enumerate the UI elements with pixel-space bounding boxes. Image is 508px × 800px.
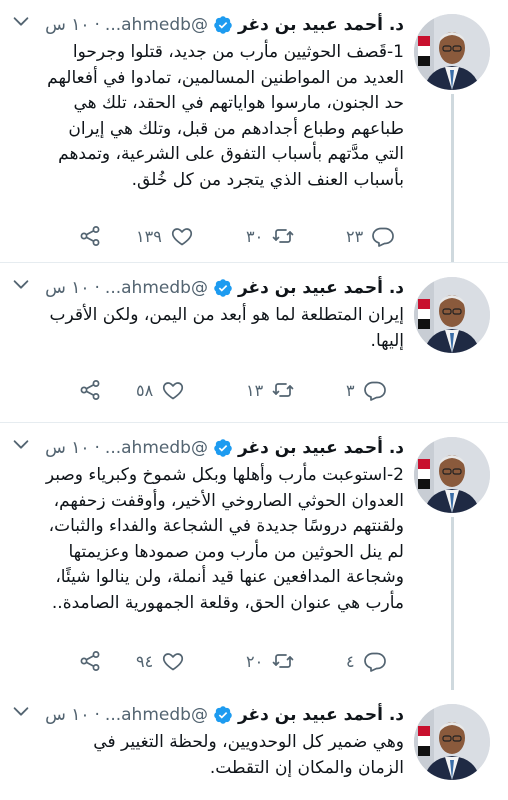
reply-button[interactable]: ٣ [346, 376, 387, 404]
tweet-actions: ٥٨ ١٣ ٣ [60, 376, 400, 404]
tweet-timestamp[interactable]: ١٠ س [45, 278, 89, 298]
share-button[interactable] [78, 222, 102, 250]
reply-count: ٢٣ [346, 226, 364, 246]
tweet-timestamp[interactable]: ١٠ س [45, 15, 89, 35]
avatar[interactable] [414, 704, 490, 780]
avatar[interactable] [414, 437, 490, 513]
verified-badge-icon [214, 706, 232, 724]
avatar[interactable] [414, 277, 490, 353]
separator-dot: · [94, 705, 100, 725]
thread-connector [451, 94, 454, 263]
tweet-header: د. أحمد عبيد بن دغر @ahmedb... · ١٠ س [45, 435, 404, 461]
share-button[interactable] [78, 376, 102, 404]
reply-icon [372, 227, 395, 247]
tweet[interactable]: د. أحمد عبيد بن دغر @ahmedb... · ١٠ س 1-… [0, 0, 508, 263]
share-icon [80, 380, 100, 400]
tweet-text: وهي ضمير كل الوحدويين، ولحظة التغيير في … [93, 732, 404, 778]
retweet-count: ١٣ [246, 380, 264, 400]
separator-dot: · [94, 278, 100, 298]
chevron-down-icon[interactable] [10, 10, 32, 32]
reply-button[interactable]: ٤ [346, 647, 387, 675]
tweet-text: 2-استوعبت مأرب وأهلها وبكل شموخ وكبرياء … [45, 465, 404, 613]
like-button[interactable]: ٥٨ [136, 376, 185, 404]
tweet-header: د. أحمد عبيد بن دغر @ahmedb... · ١٠ س [45, 12, 404, 38]
tweet-actions: ٩٤ ٢٠ ٤ [60, 647, 400, 675]
like-button[interactable]: ٩٤ [136, 647, 185, 675]
tweet[interactable]: د. أحمد عبيد بن دغر @ahmedb... · ١٠ س إي… [0, 263, 508, 423]
share-icon [80, 651, 100, 671]
chevron-down-icon[interactable] [10, 433, 32, 455]
separator-dot: · [94, 15, 100, 35]
tweet-header: د. أحمد عبيد بن دغر @ahmedb... · ١٠ س [45, 275, 404, 301]
tweet[interactable]: د. أحمد عبيد بن دغر @ahmedb... · ١٠ س 2-… [0, 423, 508, 690]
separator-dot: · [94, 438, 100, 458]
retweet-button[interactable]: ٣٠ [246, 222, 295, 250]
retweet-button[interactable]: ٢٠ [246, 647, 295, 675]
tweet-header: د. أحمد عبيد بن دغر @ahmedb... · ١٠ س [45, 702, 404, 728]
like-count: ٥٨ [136, 380, 154, 400]
author-name[interactable]: د. أحمد عبيد بن دغر [238, 278, 404, 298]
author-handle[interactable]: @ahmedb... [105, 15, 208, 35]
retweet-icon [272, 654, 294, 668]
verified-badge-icon [214, 439, 232, 457]
author-name[interactable]: د. أحمد عبيد بن دغر [238, 438, 404, 458]
author-name[interactable]: د. أحمد عبيد بن دغر [238, 15, 404, 35]
retweet-icon [272, 229, 294, 243]
verified-badge-icon [214, 279, 232, 297]
chevron-down-icon[interactable] [10, 700, 32, 722]
reply-icon [363, 652, 386, 672]
reply-icon [363, 381, 386, 401]
reply-count: ٣ [346, 380, 355, 400]
tweet[interactable]: د. أحمد عبيد بن دغر @ahmedb... · ١٠ س وه… [0, 690, 508, 800]
verified-badge-icon [214, 16, 232, 34]
reply-button[interactable]: ٢٣ [346, 222, 395, 250]
tweet-timestamp[interactable]: ١٠ س [45, 705, 89, 725]
retweet-icon [272, 383, 294, 397]
heart-icon [163, 382, 184, 400]
like-button[interactable]: ١٣٩ [136, 222, 194, 250]
author-handle[interactable]: @ahmedb... [105, 278, 208, 298]
retweet-count: ٢٠ [246, 651, 264, 671]
share-button[interactable] [78, 647, 102, 675]
like-count: ٩٤ [136, 651, 154, 671]
tweet-thread: د. أحمد عبيد بن دغر @ahmedb... · ١٠ س 1-… [0, 0, 508, 800]
heart-icon [171, 228, 192, 246]
chevron-down-icon[interactable] [10, 273, 32, 295]
retweet-count: ٣٠ [246, 226, 264, 246]
retweet-button[interactable]: ١٣ [246, 376, 295, 404]
tweet-text: 1-قَصف الحوثيين مأرب من جديد، قتلوا وجرح… [47, 42, 404, 190]
reply-count: ٤ [346, 651, 355, 671]
share-icon [80, 226, 100, 246]
author-handle[interactable]: @ahmedb... [105, 705, 208, 725]
tweet-actions: ١٣٩ ٣٠ ٢٣ [60, 222, 400, 250]
heart-icon [163, 653, 184, 671]
author-name[interactable]: د. أحمد عبيد بن دغر [238, 705, 404, 725]
avatar[interactable] [414, 14, 490, 90]
tweet-timestamp[interactable]: ١٠ س [45, 438, 89, 458]
thread-connector [451, 517, 454, 690]
author-handle[interactable]: @ahmedb... [105, 438, 208, 458]
tweet-text: إيران المتطلعة لما هو أبعد من اليمن، ولك… [49, 305, 404, 351]
like-count: ١٣٩ [136, 226, 162, 246]
